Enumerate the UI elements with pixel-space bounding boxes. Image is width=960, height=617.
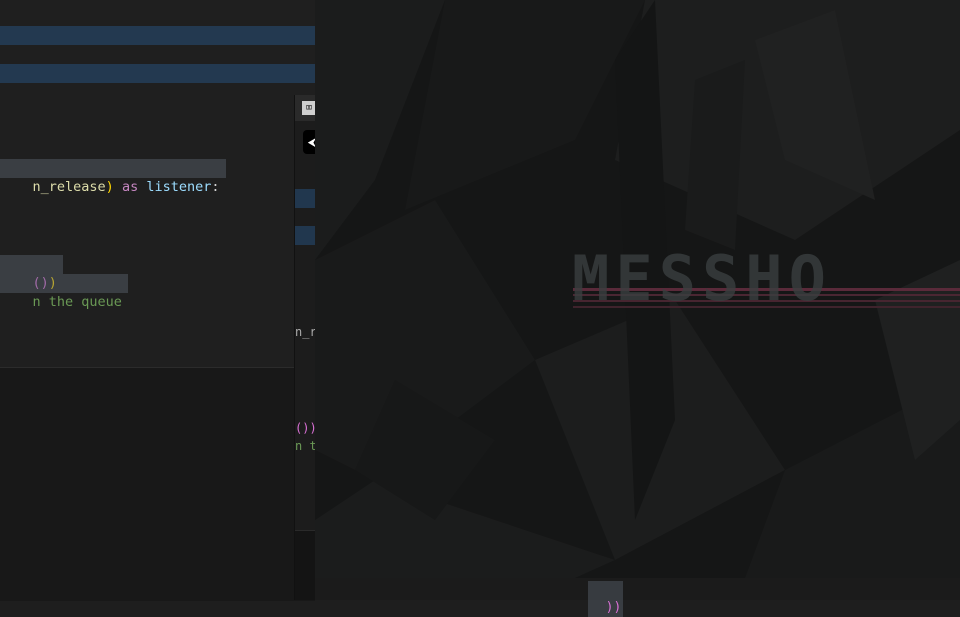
window-titlebar[interactable]: ⌧ (295, 95, 316, 121)
code-token-paren: ) (105, 179, 114, 195)
background-window[interactable]: ⌧ ⮜ n_r ()) n t (294, 95, 316, 600)
code-fragment: )) (588, 581, 624, 617)
logo-text: MESSHO (572, 246, 832, 312)
status-strip (315, 578, 960, 600)
code-line-comment[interactable]: n the queue (0, 274, 128, 310)
selection-highlight (295, 226, 316, 245)
code-fragment: n t (295, 439, 316, 453)
app-icon: ⌧ (302, 101, 316, 115)
code-token-keyword: as (121, 179, 139, 195)
code-fragment: n_r (295, 325, 316, 339)
selection-highlight (0, 26, 315, 45)
code-token-variable: listener (146, 179, 212, 195)
code-token-colon: : (211, 179, 220, 195)
code-line-listener[interactable]: n_release) as listener: (0, 159, 226, 195)
selection-highlight (0, 64, 315, 83)
logo: MESSHO (572, 246, 960, 312)
window-bottom-panel (295, 530, 316, 600)
code-fragment: ()) (295, 421, 316, 435)
code-editor[interactable]: n_release) as listener: ()) n the queue (0, 0, 315, 368)
selection-highlight (295, 189, 316, 208)
code-line-call[interactable]: ()) (0, 255, 63, 291)
code-token-function: n_release (32, 179, 106, 195)
code-token-parens: )) (605, 600, 622, 615)
bottom-panel[interactable] (0, 367, 315, 601)
code-comment: n the queue (32, 294, 122, 310)
splash-window[interactable]: MESSHO (315, 0, 960, 578)
